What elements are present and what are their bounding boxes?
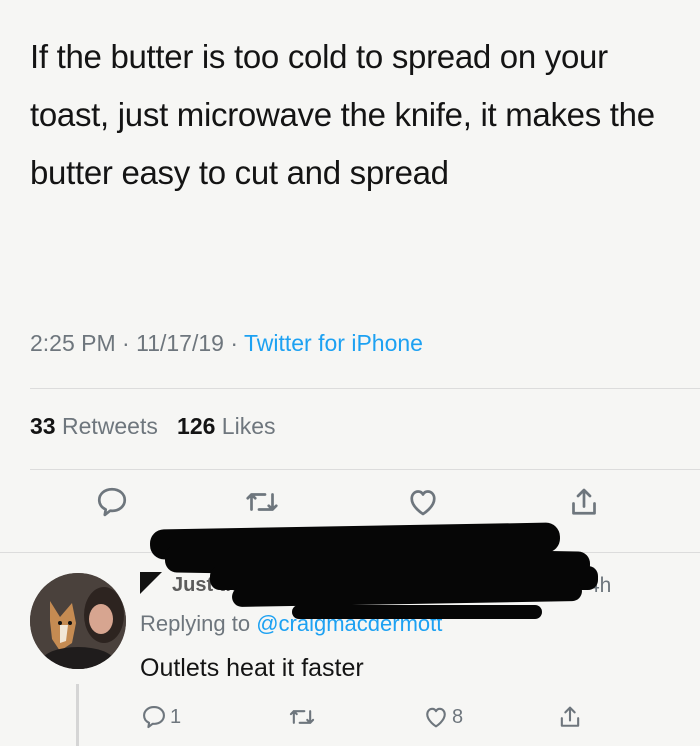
heart-icon — [410, 490, 436, 516]
reply-like-count: 8 — [452, 705, 464, 728]
reply-icon — [143, 706, 165, 729]
retweets-label: Retweets — [61, 413, 158, 439]
reply-count: 1 — [170, 705, 182, 728]
share-icon — [572, 488, 596, 515]
meta-separator: · — [230, 330, 238, 356]
tweet-meta: 2:25 PM · 11/17/19 · Twitter for iPhone — [30, 330, 423, 357]
retweet-icon — [289, 710, 315, 724]
flag-icon — [140, 572, 162, 594]
like-button[interactable] — [405, 484, 445, 524]
retweet-button[interactable] — [244, 484, 284, 524]
reply-icon — [97, 487, 127, 517]
reply-button[interactable] — [94, 484, 134, 524]
tweet-date: 11/17/19 — [136, 330, 224, 356]
meta-separator: · — [122, 330, 130, 356]
retweets-stat[interactable]: 33 Retweets — [30, 413, 158, 439]
reply-actions: 1 8 — [0, 700, 700, 740]
reply-share-button[interactable] — [556, 700, 584, 734]
share-icon — [560, 706, 580, 727]
heart-icon — [426, 707, 446, 728]
reply-text: Outlets heat it faster — [140, 654, 364, 682]
tweet-text: If the butter is too cold to spread on y… — [30, 38, 655, 191]
reply-like-button[interactable]: 8 — [422, 700, 463, 734]
tweet-stats: 33 Retweets 126 Likes — [30, 413, 276, 440]
divider — [30, 469, 700, 470]
likes-label: Likes — [221, 413, 276, 439]
retweet-count: 33 — [30, 413, 56, 439]
redaction-mark — [292, 605, 542, 619]
divider — [30, 388, 700, 389]
share-button[interactable] — [566, 484, 606, 524]
like-count: 126 — [177, 413, 216, 439]
tweet-source-link[interactable]: Twitter for iPhone — [244, 330, 423, 356]
replying-label: Replying to — [140, 611, 251, 636]
avatar[interactable] — [30, 573, 126, 669]
retweet-icon — [246, 493, 278, 511]
reply-retweet-button[interactable] — [288, 700, 316, 734]
likes-stat[interactable]: 126 Likes — [177, 413, 275, 439]
tweet-time: 2:25 PM — [30, 330, 116, 356]
reply-reply-button[interactable]: 1 — [140, 700, 181, 734]
avatar-photo — [30, 573, 126, 669]
